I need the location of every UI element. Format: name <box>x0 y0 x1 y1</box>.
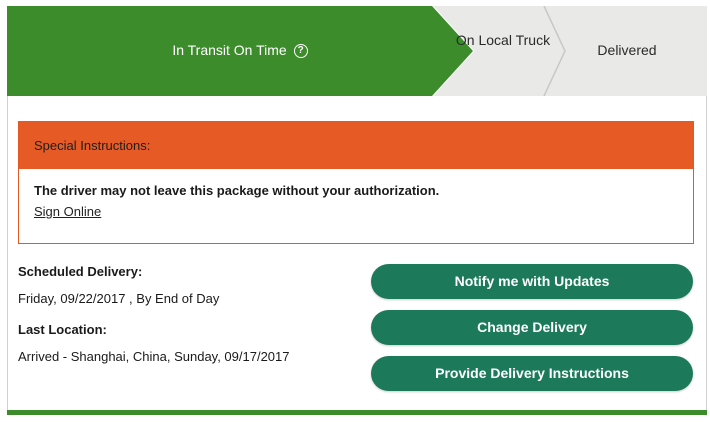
step-in-transit: In Transit On Time ? <box>110 42 370 59</box>
scheduled-delivery-label: Scheduled Delivery: <box>18 264 143 279</box>
special-instructions-body: The driver may not leave this package wi… <box>19 169 693 221</box>
special-instructions-header: Special Instructions: <box>19 122 693 169</box>
step-in-transit-label: In Transit On Time <box>172 42 287 58</box>
step-delivered: Delivered <box>597 42 657 58</box>
step-on-local-truck: On Local Truck <box>455 32 551 48</box>
last-location-value: Arrived - Shanghai, China, Sunday, 09/17… <box>18 349 290 364</box>
delivery-instructions-button[interactable]: Provide Delivery Instructions <box>371 356 693 391</box>
sign-online-link[interactable]: Sign Online <box>34 204 101 219</box>
help-icon[interactable]: ? <box>293 43 308 58</box>
special-instructions-message: The driver may not leave this package wi… <box>34 183 440 198</box>
progress-tracker: In Transit On Time ? On Local Truck Deli… <box>7 6 707 96</box>
special-instructions-box: Special Instructions: The driver may not… <box>18 121 694 244</box>
scheduled-delivery-value: Friday, 09/22/2017 , By End of Day <box>18 291 220 306</box>
notify-updates-button[interactable]: Notify me with Updates <box>371 264 693 299</box>
bottom-accent-bar <box>7 410 707 415</box>
last-location-label: Last Location: <box>18 322 107 337</box>
change-delivery-button[interactable]: Change Delivery <box>371 310 693 345</box>
